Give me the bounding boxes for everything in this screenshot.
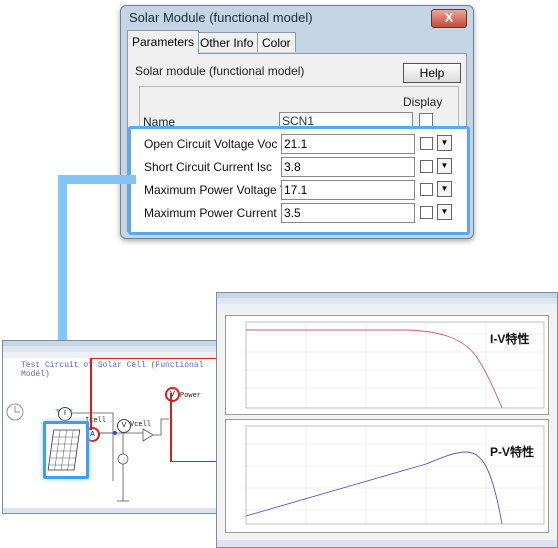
current-source-icon: I: [58, 407, 72, 421]
vm-dropdown-icon[interactable]: ▼: [437, 181, 452, 197]
vcell-label: Vcell: [130, 421, 152, 429]
im-display-checkbox[interactable]: [420, 206, 433, 219]
pv-characteristic-label: P-V特性: [488, 443, 537, 460]
param-label: Short Circuit Current Isc: [144, 160, 273, 174]
tab-parameters[interactable]: Parameters: [127, 30, 200, 54]
voc-dropdown-icon[interactable]: ▼: [437, 135, 452, 151]
circuit-window: Test Circuit of Solar Cell (Functional M…: [2, 340, 231, 514]
voc-field[interactable]: 21.1: [281, 134, 415, 154]
iv-characteristic-label: I-V特性: [488, 330, 532, 347]
param-label: Open Circuit Voltage Voc: [144, 137, 278, 151]
isc-display-checkbox[interactable]: [420, 160, 433, 173]
dialog-title: Solar Module (functional model): [129, 10, 313, 25]
circuit-statusbar: [3, 508, 230, 513]
dialog-subtitle: Solar module (functional model): [135, 64, 305, 78]
solar-panel-icon[interactable]: [43, 421, 89, 479]
graph-statusbar: [217, 540, 557, 547]
param-label: Maximum Power Current Im: [144, 206, 294, 220]
param-row-vm: Maximum Power Voltage Vm 17.1 ▼: [139, 180, 459, 200]
power-label: Power: [180, 392, 202, 400]
pv-plot: [225, 419, 549, 533]
param-row-voc: Open Circuit Voltage Voc 21.1 ▼: [139, 134, 459, 154]
tab-color[interactable]: Color: [257, 32, 296, 52]
connector-line: [58, 175, 136, 184]
close-button[interactable]: X: [431, 9, 467, 28]
param-row-isc: Short Circuit Current Isc 3.8 ▼: [139, 157, 459, 177]
vcell-meter-icon: V: [117, 419, 131, 433]
power-meter-icon: V: [165, 387, 180, 402]
param-label: Maximum Power Voltage Vm: [144, 183, 299, 197]
isc-field[interactable]: 3.8: [281, 157, 415, 177]
im-dropdown-icon[interactable]: ▼: [437, 204, 452, 220]
help-button[interactable]: Help: [403, 63, 461, 83]
display-label: Display: [403, 95, 443, 109]
name-display-checkbox[interactable]: [419, 113, 433, 127]
tab-other-info[interactable]: Other Info: [195, 32, 259, 52]
leader-line-current: [90, 358, 92, 430]
param-row-im: Maximum Power Current Im 3.5 ▼: [139, 203, 459, 223]
voc-display-checkbox[interactable]: [420, 137, 433, 150]
leader-line-power: [170, 393, 172, 461]
vm-display-checkbox[interactable]: [420, 183, 433, 196]
vm-field[interactable]: 17.1: [281, 180, 415, 200]
parameter-highlight: Open Circuit Voltage Voc 21.1 ▼ Short Ci…: [128, 126, 470, 235]
im-field[interactable]: 3.5: [281, 203, 415, 223]
pv-plot-canvas: [245, 425, 545, 525]
graph-toolbar: [217, 304, 557, 312]
isc-dropdown-icon[interactable]: ▼: [437, 158, 452, 174]
